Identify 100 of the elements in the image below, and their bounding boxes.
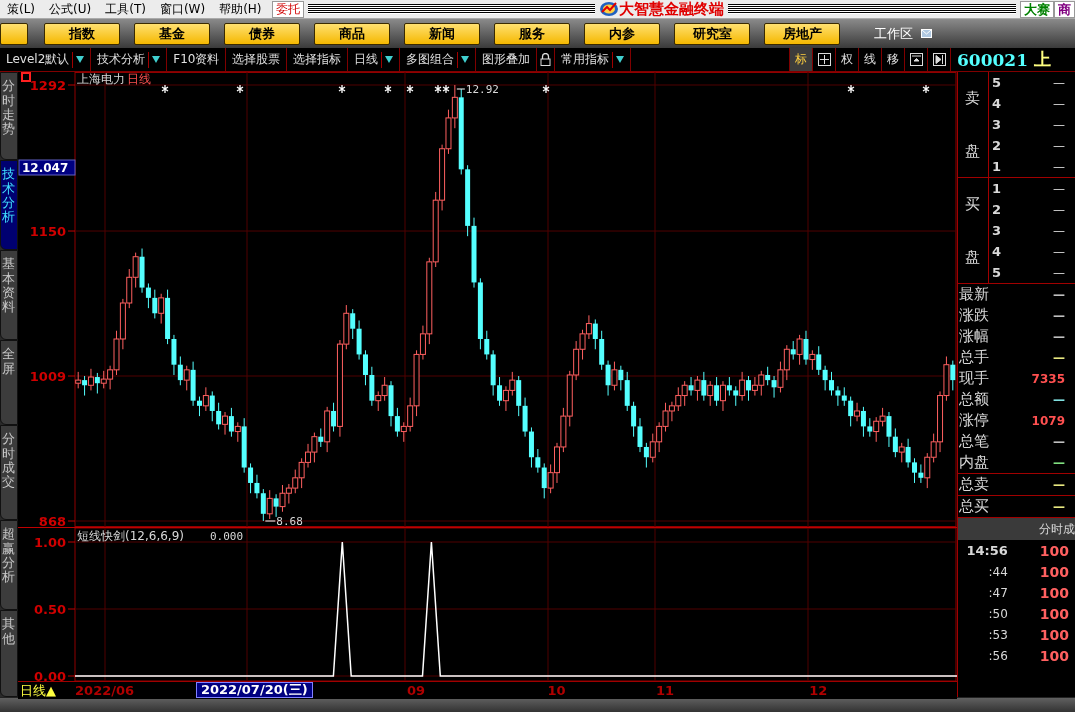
stat-label: 内盘: [958, 453, 989, 473]
dropdown-icon[interactable]: [385, 56, 394, 64]
toolbar-item[interactable]: 选择股票: [232, 51, 281, 69]
stat-label: 总额: [958, 390, 989, 410]
stat-label: 总笔: [958, 432, 989, 452]
leader-line: [264, 520, 276, 522]
side-tab[interactable]: 分时走势: [0, 72, 18, 161]
period-selector[interactable]: 日线▲: [19, 682, 56, 701]
marker-icon[interactable]: [338, 84, 346, 94]
candlestick: [886, 411, 892, 448]
price-tick-label: 1150: [29, 224, 66, 240]
book-level: 3: [991, 223, 1001, 239]
tick-time: :53: [987, 627, 1008, 642]
toolbar-item[interactable]: 日线: [354, 51, 379, 69]
date-label: 10: [547, 683, 566, 699]
dropdown-icon[interactable]: [616, 56, 625, 64]
candlestick: [809, 350, 816, 371]
nav-button[interactable]: 新闻: [404, 22, 480, 45]
indicator-icon[interactable]: [20, 72, 31, 83]
menu-item[interactable]: 帮助(H): [212, 0, 269, 18]
candlestick: [867, 418, 873, 438]
candlestick: [701, 371, 707, 402]
next-icon[interactable]: [932, 53, 946, 67]
high-price-label: 12.92: [465, 83, 499, 97]
tool-button[interactable]: 权: [835, 48, 858, 72]
dropdown-icon[interactable]: [152, 56, 161, 64]
menu-item[interactable]: 窗口(W): [152, 0, 213, 18]
stat-value: —: [1053, 287, 1065, 302]
nav-button[interactable]: 服务: [494, 22, 570, 45]
stock-name: 上: [1034, 48, 1051, 72]
menu-item[interactable]: 公式(U): [42, 0, 99, 18]
candlestick: [216, 402, 222, 431]
stat-value: —: [1053, 350, 1065, 365]
toolbar-item[interactable]: Level2默认: [6, 51, 70, 69]
book-level: 1: [991, 159, 1001, 175]
date-label: 09: [407, 683, 426, 699]
stat-label: 涨跌: [958, 306, 989, 326]
grid-icon[interactable]: [817, 53, 831, 67]
dropdown-icon[interactable]: [461, 56, 470, 64]
tool-button[interactable]: 标: [789, 48, 812, 72]
nav-button[interactable]: 商品: [314, 22, 390, 45]
marker-icon[interactable]: [442, 84, 450, 94]
tick-time: :44: [987, 564, 1008, 579]
marker-icon[interactable]: [384, 84, 392, 94]
header-link[interactable]: 商: [1054, 0, 1075, 18]
toolbar-item[interactable]: 图形叠加: [482, 51, 531, 69]
toolbar-item[interactable]: 常用指标: [561, 51, 610, 69]
side-tab[interactable]: 分时成交: [0, 425, 18, 521]
candlestick: [81, 375, 87, 397]
date-label: 2022/06: [75, 683, 135, 699]
book-price: —: [1053, 96, 1065, 111]
toolbar-item[interactable]: F10资料: [173, 51, 220, 69]
marker-icon[interactable]: [922, 84, 930, 94]
candlestick: [771, 375, 777, 399]
nav-button[interactable]: [0, 22, 28, 45]
lock-icon[interactable]: [540, 53, 552, 67]
stat-value: —: [1053, 434, 1065, 449]
mail-icon[interactable]: [921, 29, 932, 39]
side-tab[interactable]: 全屏: [0, 340, 18, 426]
window-icon[interactable]: [909, 53, 923, 67]
menu-item[interactable]: 策(L): [0, 0, 43, 18]
tick-header: 分时成: [1039, 520, 1075, 538]
marker-icon[interactable]: [161, 84, 169, 94]
side-tab[interactable]: 基本资料: [0, 250, 18, 341]
side-tab[interactable]: 其他: [0, 610, 18, 698]
book-price: —: [1053, 223, 1065, 238]
nav-button[interactable]: 指数: [44, 22, 120, 45]
date-label: 12: [809, 683, 828, 699]
marker-icon[interactable]: [542, 84, 550, 94]
toolbar-item[interactable]: 选择指标: [293, 51, 342, 69]
nav-button[interactable]: 内参: [584, 22, 660, 45]
tick-price: 100: [1039, 542, 1070, 559]
nav-button[interactable]: 债券: [224, 22, 300, 45]
nav-button[interactable]: 研究室: [674, 22, 750, 45]
candlestick: [918, 464, 924, 484]
candlestick: [765, 366, 771, 387]
trade-button[interactable]: 委托: [271, 0, 304, 18]
stat-value: 1079: [1031, 413, 1065, 428]
stat-label: 总买: [958, 497, 989, 517]
workspace-label[interactable]: 工作区: [874, 24, 913, 43]
dropdown-icon[interactable]: [76, 56, 85, 64]
menu-item[interactable]: 工具(T): [98, 0, 153, 18]
toolbar-item[interactable]: 技术分析: [97, 51, 146, 69]
marker-icon[interactable]: [434, 84, 442, 94]
side-tab[interactable]: 超赢分析: [0, 520, 18, 611]
stat-label: 总卖: [958, 475, 989, 495]
marker-icon[interactable]: [847, 84, 855, 94]
marker-icon[interactable]: [406, 84, 414, 94]
candlestick: [94, 372, 100, 395]
tool-button[interactable]: 移: [881, 48, 904, 72]
toolbar-item[interactable]: 多图组合: [406, 51, 455, 69]
nav-button[interactable]: 基金: [134, 22, 210, 45]
tool-button[interactable]: 线: [858, 48, 881, 72]
side-tab[interactable]: 技术分析: [0, 160, 18, 251]
nav-button[interactable]: 房地产: [764, 22, 840, 45]
marker-icon[interactable]: [236, 84, 244, 94]
stock-code: 600021: [957, 49, 1028, 70]
candlestick: [790, 340, 796, 361]
header-link[interactable]: 大赛: [1020, 0, 1054, 18]
book-level: 3: [991, 117, 1001, 133]
